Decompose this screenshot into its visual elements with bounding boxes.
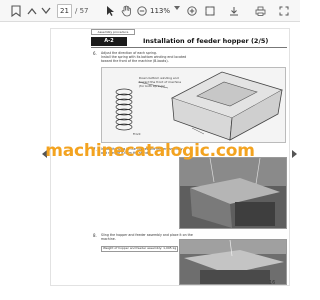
zoom-level[interactable]: 113% xyxy=(150,4,170,18)
zoom-out-button[interactable] xyxy=(134,3,150,19)
pdf-toolbar: 21 / 57 113% xyxy=(0,0,300,22)
page-title: Installation of feeder hopper (2/5) xyxy=(143,37,269,45)
section-tag: A-2 xyxy=(91,37,127,46)
weight-note: Weight of hopper and feeder assembly: 1,… xyxy=(101,246,179,252)
print-icon[interactable] xyxy=(252,3,268,19)
next-page-button[interactable] xyxy=(38,3,54,19)
select-cursor-icon[interactable] xyxy=(102,3,118,19)
zoom-in-button[interactable] xyxy=(184,3,200,19)
front-callout: Front xyxy=(133,132,141,136)
zoom-dropdown-caret-icon[interactable] xyxy=(174,6,180,10)
step-number: 8. xyxy=(93,233,97,238)
assembly-procedure-label: Assembly procedure xyxy=(91,29,135,35)
spring-diagram xyxy=(101,67,286,143)
fullscreen-icon[interactable] xyxy=(276,3,292,19)
watermark-text: machinecatalogic.com xyxy=(45,141,255,161)
hand-tool-icon[interactable] xyxy=(118,3,134,19)
hopper-sling-photo xyxy=(179,157,287,229)
page-number: 16 xyxy=(269,280,276,286)
hopper-placement-photo xyxy=(179,239,287,285)
step-text: Adjust the direction of each spring. Ins… xyxy=(101,51,187,64)
page-number-input[interactable]: 21 xyxy=(57,4,72,18)
page-total-label: / 57 xyxy=(75,7,89,15)
fit-page-icon[interactable] xyxy=(202,3,218,19)
spring-callout: Down bottom winding end toward the front… xyxy=(139,76,182,88)
bookmark-icon[interactable] xyxy=(8,3,24,19)
step-number: 6. xyxy=(93,51,97,56)
title-divider xyxy=(91,47,287,48)
download-icon[interactable] xyxy=(226,3,242,19)
